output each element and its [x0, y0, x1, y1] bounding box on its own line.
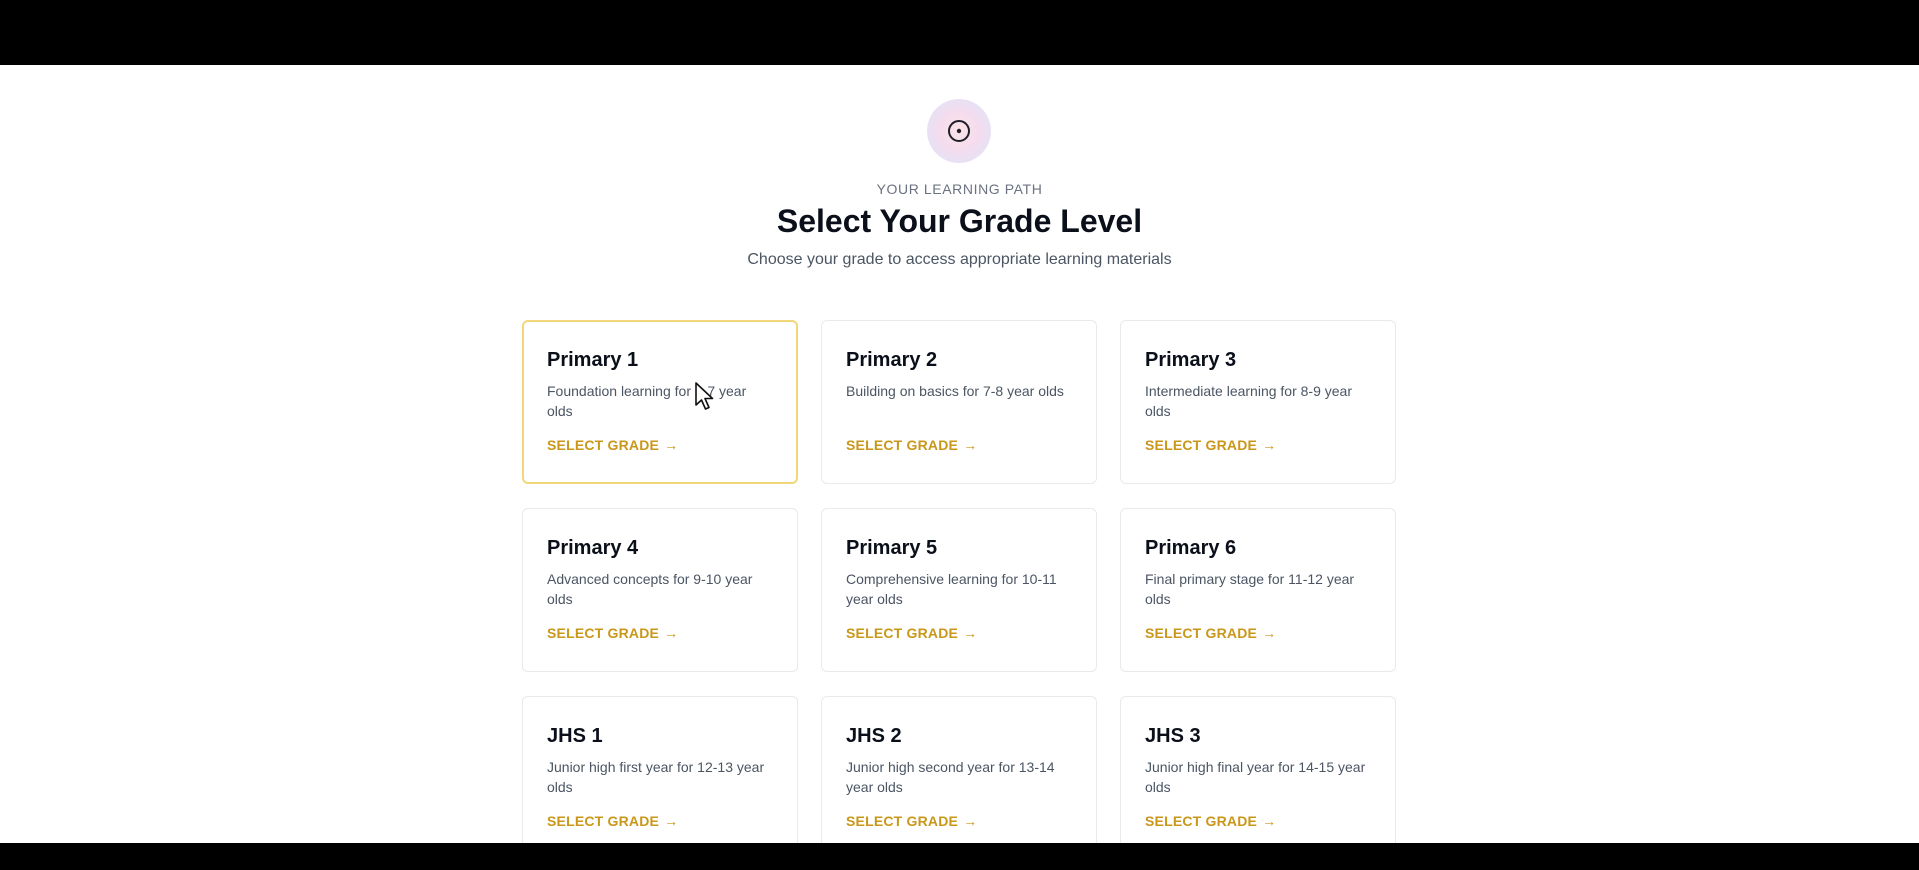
grade-title: JHS 2	[846, 725, 902, 747]
section-eyebrow: YOUR LEARNING PATH	[876, 181, 1043, 197]
page-subtitle: Choose your grade to access appropriate …	[747, 251, 1172, 268]
grade-card-primary-4[interactable]: Primary 4 Advanced concepts for 9-10 yea…	[522, 508, 798, 672]
arrow-right-icon: →	[1262, 437, 1277, 453]
arrow-right-icon: →	[664, 437, 679, 453]
grade-title: Primary 3	[1145, 349, 1237, 371]
grade-title: Primary 6	[1145, 537, 1237, 559]
grade-description: Junior high second year for 13-14 year o…	[846, 759, 1055, 795]
grade-title: Primary 5	[846, 537, 938, 559]
grade-title: JHS 3	[1145, 725, 1201, 747]
select-grade-link[interactable]: SELECT GRADE →	[547, 813, 678, 829]
select-grade-link[interactable]: SELECT GRADE →	[547, 625, 678, 641]
grade-description: Advanced concepts for 9-10 year olds	[547, 571, 753, 607]
select-grade-link[interactable]: SELECT GRADE →	[846, 813, 977, 829]
grade-description: Junior high final year for 14-15 year ol…	[1145, 759, 1366, 795]
grade-title: Primary 1	[547, 349, 639, 371]
select-grade-link[interactable]: SELECT GRADE →	[1145, 437, 1276, 453]
grade-card-primary-6[interactable]: Primary 6 Final primary stage for 11-12 …	[1120, 508, 1396, 672]
select-grade-label: SELECT GRADE	[846, 625, 959, 641]
arrow-right-icon: →	[1262, 813, 1277, 829]
grade-description: Intermediate learning for 8-9 year olds	[1145, 383, 1352, 419]
select-grade-link[interactable]: SELECT GRADE →	[1145, 813, 1276, 829]
select-grade-link[interactable]: SELECT GRADE →	[547, 437, 678, 453]
select-grade-label: SELECT GRADE	[547, 625, 660, 641]
letterbox-top	[0, 0, 1919, 65]
grade-card-primary-2[interactable]: Primary 2 Building on basics for 7-8 yea…	[821, 320, 1097, 484]
select-grade-label: SELECT GRADE	[846, 813, 959, 829]
select-grade-label: SELECT GRADE	[846, 437, 959, 453]
grade-card-primary-1[interactable]: Primary 1 Foundation learning for 6-7 ye…	[522, 320, 798, 484]
grade-card-primary-5[interactable]: Primary 5 Comprehensive learning for 10-…	[821, 508, 1097, 672]
select-grade-link[interactable]: SELECT GRADE →	[846, 437, 977, 453]
select-grade-link[interactable]: SELECT GRADE →	[1145, 625, 1276, 641]
grade-description: Building on basics for 7-8 year olds	[846, 383, 1064, 399]
grade-card-jhs-2[interactable]: JHS 2 Junior high second year for 13-14 …	[821, 696, 1097, 843]
grade-description: Foundation learning for 6-7 year olds	[547, 383, 747, 419]
grade-card-primary-3[interactable]: Primary 3 Intermediate learning for 8-9 …	[1120, 320, 1396, 484]
arrow-right-icon: →	[963, 437, 978, 453]
grade-description: Final primary stage for 11-12 year olds	[1145, 571, 1355, 607]
letterbox-bottom	[0, 843, 1919, 870]
arrow-right-icon: →	[1262, 625, 1277, 641]
select-grade-label: SELECT GRADE	[1145, 437, 1258, 453]
grade-card-jhs-1[interactable]: JHS 1 Junior high first year for 12-13 y…	[522, 696, 798, 843]
page-title: Select Your Grade Level	[776, 203, 1143, 239]
grade-card-jhs-3[interactable]: JHS 3 Junior high final year for 14-15 y…	[1120, 696, 1396, 843]
arrow-right-icon: →	[664, 813, 679, 829]
select-grade-label: SELECT GRADE	[1145, 625, 1258, 641]
grade-title: Primary 2	[846, 349, 938, 371]
target-icon	[927, 99, 991, 163]
select-grade-label: SELECT GRADE	[547, 813, 660, 829]
grade-selection-page: YOUR LEARNING PATH Select Your Grade Lev…	[0, 65, 1919, 843]
grade-title: Primary 4	[547, 537, 639, 559]
select-grade-label: SELECT GRADE	[1145, 813, 1258, 829]
arrow-right-icon: →	[664, 625, 679, 641]
grade-title: JHS 1	[547, 725, 603, 747]
select-grade-link[interactable]: SELECT GRADE →	[846, 625, 977, 641]
grade-description: Junior high first year for 12-13 year ol…	[547, 759, 765, 795]
arrow-right-icon: →	[963, 625, 978, 641]
grade-description: Comprehensive learning for 10-11 year ol…	[846, 571, 1057, 607]
grade-grid: Primary 1 Foundation learning for 6-7 ye…	[522, 320, 1398, 843]
select-grade-label: SELECT GRADE	[547, 437, 660, 453]
arrow-right-icon: →	[963, 813, 978, 829]
